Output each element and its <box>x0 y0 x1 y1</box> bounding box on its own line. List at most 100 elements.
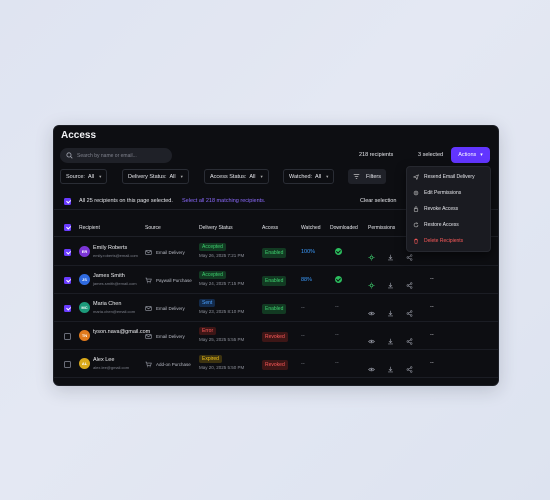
download-icon[interactable] <box>387 248 394 261</box>
filter-source[interactable]: Source: All ▾ <box>60 169 108 184</box>
downloaded-check-icon <box>335 248 342 255</box>
permissions-icon[interactable] <box>368 248 375 261</box>
mail-icon <box>145 334 152 339</box>
page-title: Access <box>61 130 97 141</box>
share-icon[interactable] <box>406 360 413 373</box>
view-icon[interactable] <box>368 360 375 372</box>
share-icon[interactable] <box>406 332 413 345</box>
watched-value: 100% <box>301 249 316 255</box>
table-row[interactable]: AL Alex Lee alex.lee@gmail.com Add-on Pu… <box>54 350 498 378</box>
recipient-email: alex.lee@gmail.com <box>93 365 130 370</box>
recipient-name: tyson.nava@gmail.com <box>93 329 151 335</box>
menu-item-revoke-access[interactable]: Revoke Access <box>407 201 492 217</box>
menu-item-delete-recipients[interactable]: Delete Recipients <box>407 233 492 249</box>
chevron-down-icon: ▾ <box>326 173 329 179</box>
gear-icon <box>413 190 419 196</box>
source-cell: Add-on Purchase <box>145 361 191 368</box>
selection-text: All 25 recipients on this page selected. <box>79 198 173 204</box>
share-icon[interactable] <box>406 276 413 289</box>
actions-label: Actions <box>458 152 477 158</box>
permissions-icon[interactable] <box>368 276 375 289</box>
column-watched[interactable]: Watched <box>301 225 321 231</box>
watched-value: -- <box>301 361 305 367</box>
select-all-link[interactable]: Select all 218 matching recipients. <box>182 198 265 204</box>
column-source[interactable]: Source <box>145 225 161 231</box>
search-input[interactable]: Search by name or email... <box>60 148 172 163</box>
column-downloaded[interactable]: Downloaded <box>330 225 358 231</box>
table-row[interactable]: MC Maria Chen maria.chen@email.com Email… <box>54 294 498 322</box>
menu-item-label: Resend Email Delivery <box>424 174 475 180</box>
download-icon[interactable] <box>387 360 394 373</box>
row-checkbox[interactable] <box>64 249 71 256</box>
access-badge: Enabled <box>262 276 287 286</box>
column-access[interactable]: Access <box>262 225 278 231</box>
chevron-down-icon: ▾ <box>260 173 263 179</box>
trash-icon <box>414 238 418 244</box>
avatar: JS <box>79 274 90 285</box>
menu-item-resend-email[interactable]: Resend Email Delivery <box>407 169 492 185</box>
source-cell: Email Delivery <box>145 305 185 312</box>
filters-label: Filters <box>366 173 381 180</box>
source-label: Email Delivery <box>156 306 185 311</box>
column-delivery-status[interactable]: Delivery Status <box>199 225 233 231</box>
status-badge: Sent <box>199 299 216 307</box>
row-checkbox[interactable] <box>64 305 71 312</box>
avatar: ER <box>79 246 90 257</box>
status-date: May 23, 2025 8:10 PM <box>199 309 245 314</box>
downloaded-value: -- <box>335 360 339 366</box>
select-all-checkbox[interactable] <box>64 224 71 231</box>
menu-item-label: Restore Access <box>424 222 459 228</box>
source-cell: Email Delivery <box>145 333 185 340</box>
extra-value: -- <box>430 332 434 338</box>
recipient-name: James Smith <box>93 273 125 279</box>
avatar: TN <box>79 330 90 341</box>
source-label: Add-on Purchase <box>156 362 191 367</box>
menu-item-label: Edit Permissions <box>424 190 462 196</box>
status-badge: Expired <box>199 355 222 363</box>
actions-menu: Resend Email Delivery Edit Permissions R… <box>406 166 491 252</box>
view-icon[interactable] <box>368 332 375 344</box>
column-recipient[interactable]: Recipient <box>79 225 100 231</box>
table-row[interactable]: JS James Smith james.smith@email.com Pay… <box>54 266 498 294</box>
download-icon[interactable] <box>387 304 394 317</box>
watched-value: -- <box>301 305 305 311</box>
filter-delivery-status[interactable]: Delivery Status: All ▾ <box>122 169 189 184</box>
filter-access-status[interactable]: Access Status: All ▾ <box>204 169 269 184</box>
filter-value: All <box>315 173 322 180</box>
filter-value: All <box>169 173 176 180</box>
actions-button[interactable]: Actions ▾ <box>451 147 490 163</box>
filter-watched[interactable]: Watched: All ▾ <box>283 169 335 184</box>
recipient-name: Alex Lee <box>93 357 115 363</box>
status-date: May 25, 2025 5:55 PM <box>199 337 245 342</box>
table-row[interactable]: TN tyson.nava@gmail.com Email Delivery E… <box>54 322 498 350</box>
source-label: Email Delivery <box>156 334 185 339</box>
menu-item-label: Revoke Access <box>424 206 459 212</box>
filters-button[interactable]: Filters <box>348 169 386 184</box>
filter-label: Source: <box>66 173 85 180</box>
download-icon[interactable] <box>387 276 394 289</box>
view-icon[interactable] <box>368 304 375 316</box>
row-checkbox[interactable] <box>64 333 71 340</box>
row-checkbox[interactable] <box>64 361 71 368</box>
recipient-name: Maria Chen <box>93 301 122 307</box>
access-badge: Revoked <box>262 332 288 342</box>
extra-value: -- <box>430 276 434 282</box>
clear-selection-button[interactable]: Clear selection <box>360 198 396 204</box>
access-badge: Enabled <box>262 304 287 314</box>
mail-icon <box>145 306 152 311</box>
menu-item-edit-permissions[interactable]: Edit Permissions <box>407 185 492 201</box>
status-badge: Error <box>199 327 217 335</box>
mail-icon <box>145 250 152 255</box>
download-icon[interactable] <box>387 332 394 345</box>
recipient-email: james.smith@email.com <box>93 281 137 286</box>
recipient-email: emily.roberts@email.com <box>93 253 138 258</box>
watched-value: 88% <box>301 277 313 283</box>
select-page-checkbox[interactable] <box>64 198 71 205</box>
access-badge: Revoked <box>262 360 288 370</box>
refresh-icon <box>413 222 419 228</box>
row-checkbox[interactable] <box>64 277 71 284</box>
downloaded-check-icon <box>335 276 342 283</box>
menu-item-restore-access[interactable]: Restore Access <box>407 217 492 233</box>
column-permissions[interactable]: Permissions <box>368 225 395 231</box>
share-icon[interactable] <box>406 304 413 317</box>
